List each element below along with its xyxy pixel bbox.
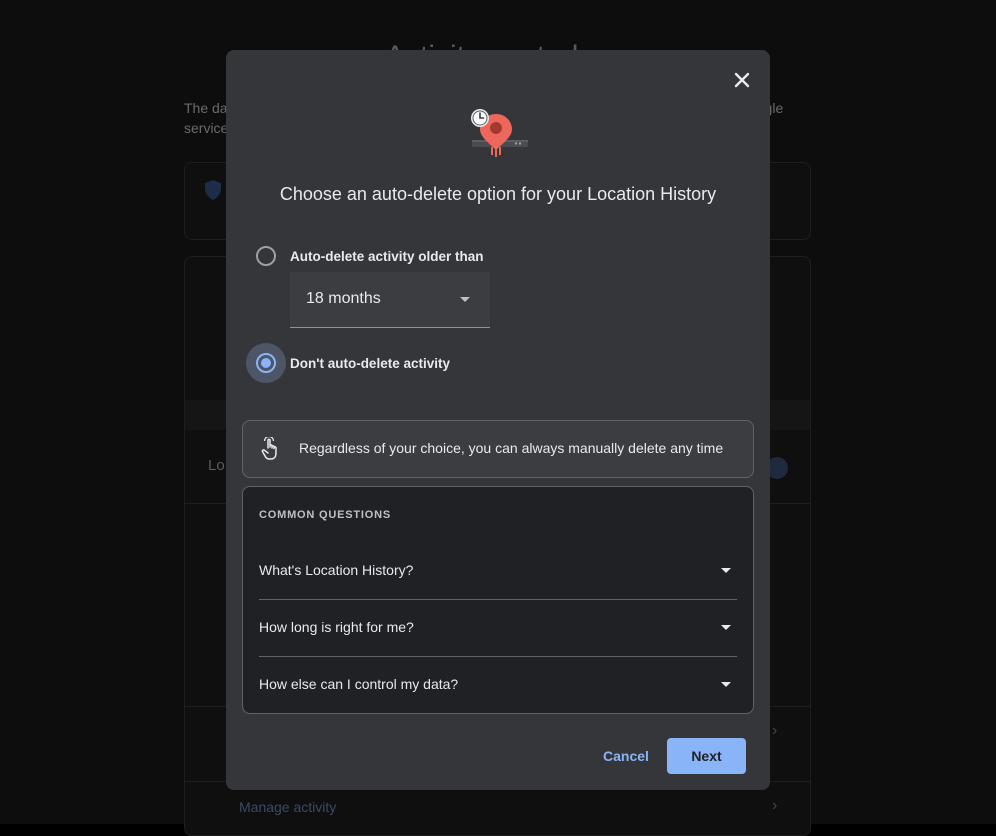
background-manage-activity: Manage activity — [239, 799, 337, 815]
option-auto-delete[interactable]: Auto-delete activity older than — [246, 236, 484, 276]
manual-delete-notice: Regardless of your choice, you can alway… — [242, 420, 754, 478]
chevron-right-icon: › — [772, 722, 778, 739]
period-select[interactable]: 18 months — [290, 272, 490, 328]
faq-item[interactable]: How long is right for me? — [259, 600, 737, 657]
close-icon — [734, 72, 750, 88]
radio-dot — [261, 358, 271, 368]
option-dont-auto-delete[interactable]: Don't auto-delete activity — [246, 343, 450, 383]
faq-question: How long is right for me? — [259, 619, 414, 635]
expand-arrow-icon — [721, 682, 731, 687]
faq-question: How else can I control my data? — [259, 676, 459, 692]
dropdown-arrow-icon — [460, 297, 470, 302]
period-select-value: 18 months — [306, 290, 381, 307]
faq-question: What's Location History? — [259, 562, 414, 578]
common-questions-heading: COMMON QUESTIONS — [259, 509, 391, 521]
auto-delete-label: Auto-delete activity older than — [290, 248, 484, 264]
next-button[interactable]: Next — [667, 738, 746, 774]
common-questions-panel: COMMON QUESTIONS What's Location History… — [242, 486, 754, 714]
background-row-label: Lo — [208, 457, 225, 474]
faq-item[interactable]: What's Location History? — [259, 543, 737, 600]
radio-checked — [256, 353, 276, 373]
notice-text: Regardless of your choice, you can alway… — [299, 440, 724, 456]
dont-auto-delete-radio[interactable] — [246, 343, 286, 383]
cancel-button[interactable]: Cancel — [590, 738, 662, 774]
auto-delete-radio[interactable] — [246, 236, 286, 276]
dont-auto-delete-label: Don't auto-delete activity — [290, 355, 450, 371]
shield-icon — [205, 180, 221, 200]
expand-arrow-icon — [721, 568, 731, 573]
location-history-timer-icon — [471, 109, 528, 157]
hand-pointer-icon — [261, 437, 277, 460]
dialog-title: Choose an auto-delete option for your Lo… — [279, 184, 717, 204]
close-button[interactable] — [728, 66, 756, 94]
chevron-right-icon: › — [772, 797, 778, 814]
expand-arrow-icon — [721, 625, 731, 630]
radio-unchecked — [256, 246, 276, 266]
auto-delete-dialog: Choose an auto-delete option for your Lo… — [226, 50, 770, 790]
faq-item[interactable]: How else can I control my data? — [259, 657, 737, 714]
